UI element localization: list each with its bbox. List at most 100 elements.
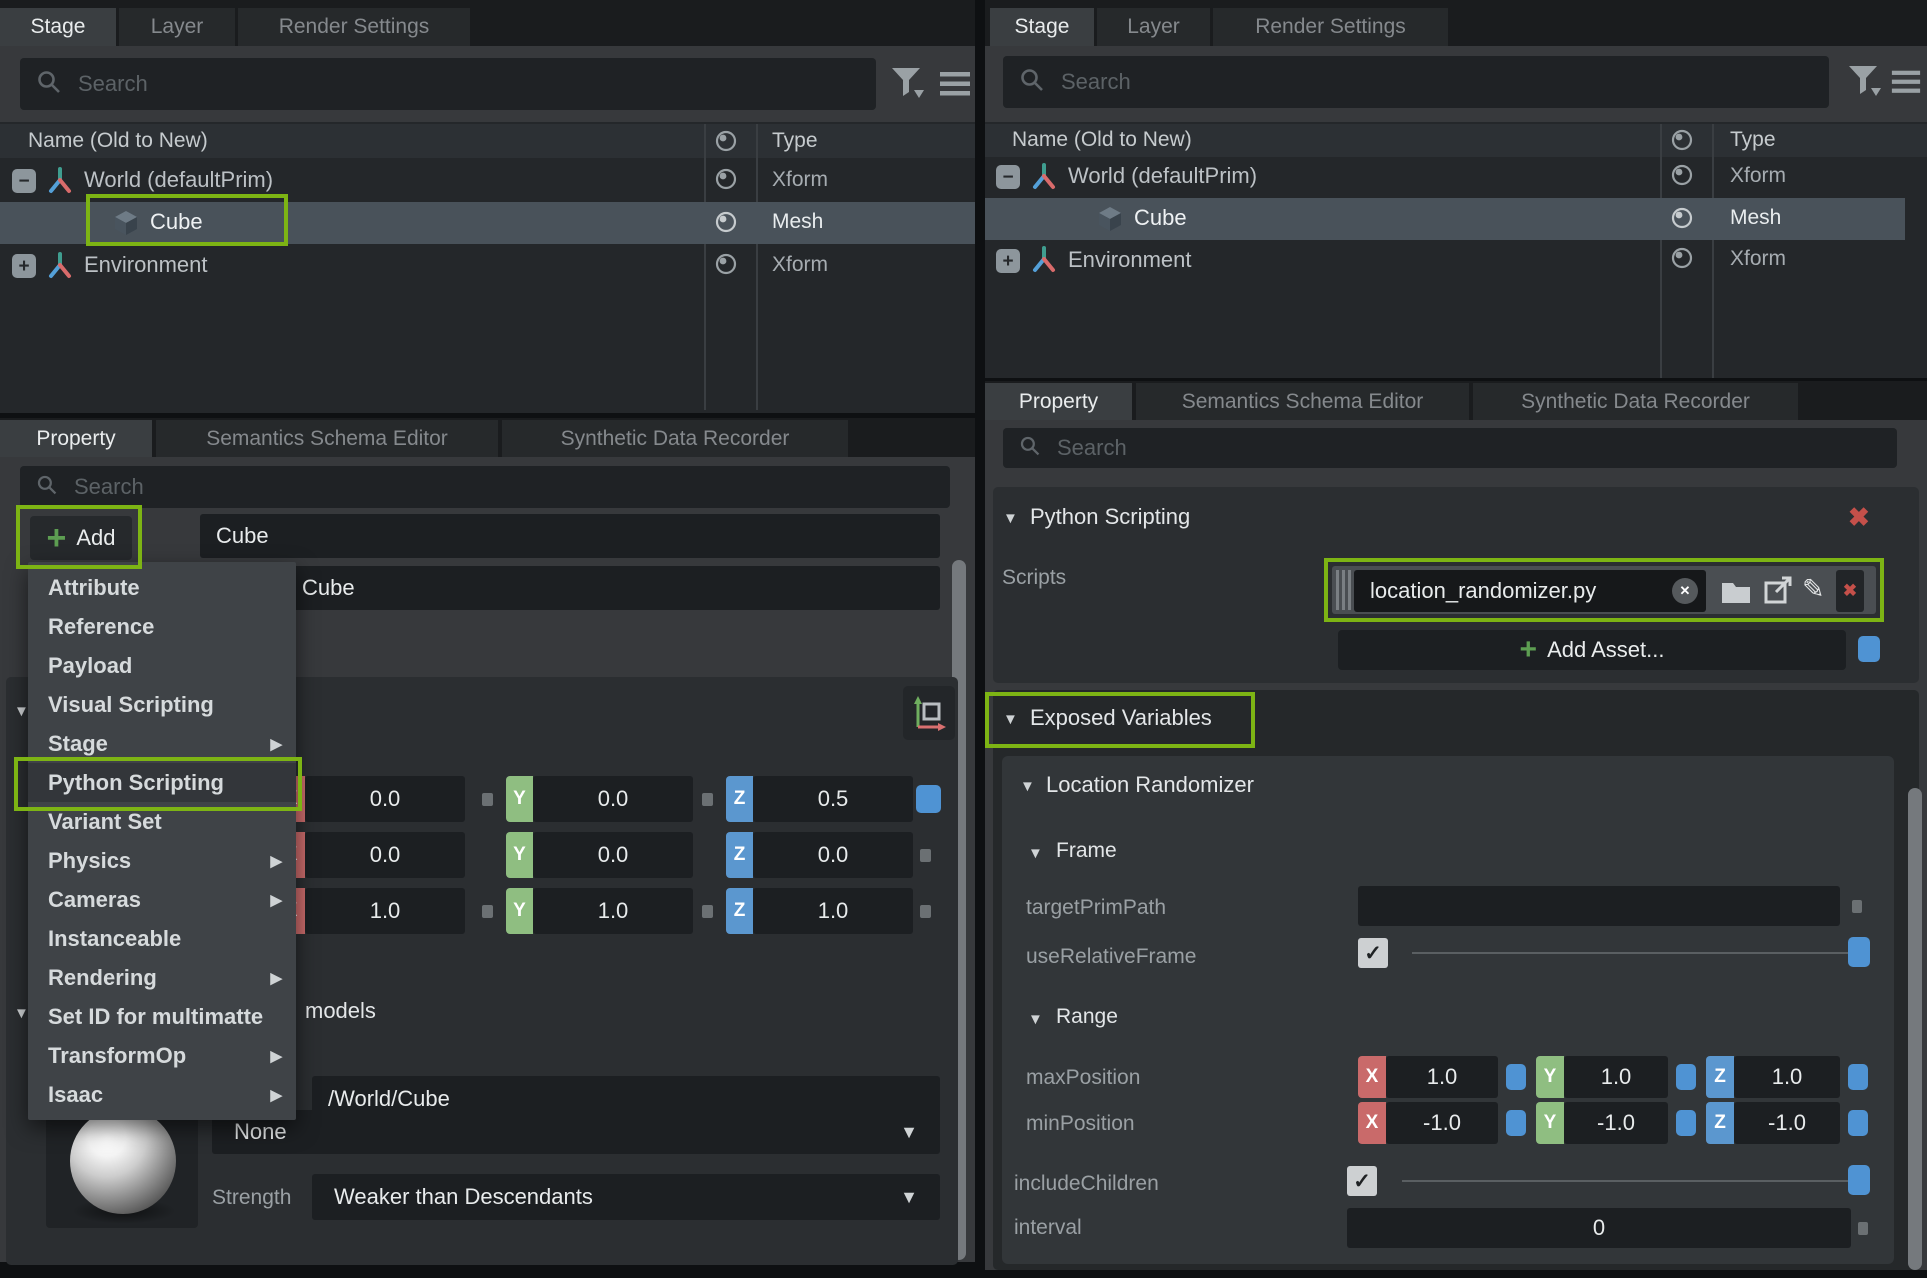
expand-plus-icon[interactable]: +	[12, 254, 36, 278]
collapse-minus-icon[interactable]: −	[996, 165, 1020, 189]
rotate-y-field[interactable]: 0.0	[533, 832, 693, 878]
value-state-square[interactable]	[1858, 1222, 1868, 1235]
table-row-cube-selected[interactable]: Cube Mesh	[985, 198, 1905, 240]
strength-dropdown[interactable]: Weaker than Descendants ▼	[312, 1174, 940, 1220]
filter-icon[interactable]	[888, 62, 926, 107]
menu-item-set-id-for-multimatte[interactable]: Set ID for multimatte	[28, 997, 296, 1036]
value-state-square[interactable]	[702, 905, 713, 918]
menu-item-cameras[interactable]: Cameras ▶	[28, 880, 296, 919]
value-state-square[interactable]	[482, 793, 493, 806]
value-state-square[interactable]	[482, 905, 493, 918]
value-changed-indicator[interactable]	[1676, 1110, 1696, 1136]
left-tab-layer[interactable]: Layer	[119, 8, 235, 46]
search-input[interactable]	[72, 473, 934, 501]
value-state-square[interactable]	[920, 849, 931, 862]
expand-plus-icon[interactable]: +	[996, 249, 1020, 273]
menu-item-payload[interactable]: Payload	[28, 646, 296, 685]
right-tab-property[interactable]: Property	[985, 383, 1132, 420]
open-external-icon[interactable]	[1762, 574, 1794, 611]
z-axis-tab[interactable]: Z	[726, 888, 753, 934]
menu-item-transformop[interactable]: TransformOp ▶	[28, 1036, 296, 1075]
min-position-z-field[interactable]: -1.0	[1734, 1102, 1840, 1144]
eye-icon[interactable]	[1668, 163, 1696, 192]
prim-name-field[interactable]: Cube	[200, 514, 940, 558]
drag-handle[interactable]	[1336, 570, 1351, 610]
eye-icon[interactable]	[1668, 246, 1696, 275]
add-asset-button[interactable]: + Add Asset...	[1338, 630, 1846, 670]
transform-axes-icon[interactable]	[903, 686, 955, 740]
x-axis-tab[interactable]: X	[1358, 1102, 1386, 1144]
rotate-z-field[interactable]: 0.0	[753, 832, 913, 878]
right-stage-search[interactable]	[1003, 56, 1829, 108]
x-axis-tab[interactable]: X	[1358, 1056, 1386, 1098]
left-tab-render-settings[interactable]: Render Settings	[238, 8, 470, 46]
material-dropdown[interactable]: None ▼	[212, 1110, 940, 1154]
y-axis-tab[interactable]: Y	[506, 832, 533, 878]
table-row-environment[interactable]: + Environment Xform	[0, 245, 975, 286]
menu-item-reference[interactable]: Reference	[28, 607, 296, 646]
value-changed-indicator[interactable]	[916, 785, 941, 813]
left-tab-semantics-schema-editor[interactable]: Semantics Schema Editor	[156, 420, 498, 457]
menu-item-python-scripting[interactable]: Python Scripting	[28, 763, 296, 802]
section-collapse-icon[interactable]: ▼	[1003, 712, 1018, 727]
section-collapse-icon[interactable]: ▼	[1020, 779, 1035, 794]
include-children-checkbox[interactable]: ✓	[1347, 1166, 1377, 1196]
section-collapse-icon[interactable]: ▼	[1003, 511, 1018, 526]
left-tab-property[interactable]: Property	[0, 420, 152, 457]
menu-item-visual-scripting[interactable]: Visual Scripting	[28, 685, 296, 724]
menu-item-attribute[interactable]: Attribute	[28, 568, 296, 607]
scale-y-field[interactable]: 1.0	[533, 888, 693, 934]
left-tab-stage[interactable]: Stage	[0, 8, 116, 46]
max-position-y-field[interactable]: 1.0	[1564, 1056, 1668, 1098]
max-position-x-field[interactable]: 1.0	[1386, 1056, 1498, 1098]
scale-x-field[interactable]: 1.0	[305, 888, 465, 934]
section-collapse-icon[interactable]: ▼	[14, 704, 29, 719]
table-row-cube-selected[interactable]: Cube Mesh	[0, 202, 975, 244]
menu-item-variant-set[interactable]: Variant Set	[28, 802, 296, 841]
eye-icon[interactable]	[712, 167, 740, 196]
z-axis-tab[interactable]: Z	[726, 776, 753, 822]
menu-item-isaac[interactable]: Isaac ▶	[28, 1075, 296, 1114]
collapse-minus-icon[interactable]: −	[12, 169, 36, 193]
search-input[interactable]	[76, 70, 860, 98]
value-changed-indicator[interactable]	[1848, 1165, 1870, 1195]
right-property-search[interactable]	[1003, 428, 1897, 468]
options-menu-icon[interactable]	[1890, 68, 1922, 101]
menu-item-physics[interactable]: Physics ▶	[28, 841, 296, 880]
remove-script-button[interactable]: ✖	[1836, 570, 1864, 612]
value-state-square[interactable]	[1852, 900, 1862, 913]
use-relative-frame-checkbox[interactable]: ✓	[1358, 938, 1388, 968]
left-property-search[interactable]	[20, 466, 950, 508]
prim-name-field-2[interactable]: Cube	[240, 566, 940, 610]
eye-icon[interactable]	[712, 252, 740, 281]
target-prim-path-field[interactable]	[1358, 886, 1840, 926]
right-tab-synthetic-data-recorder[interactable]: Synthetic Data Recorder	[1473, 383, 1798, 420]
table-row-world[interactable]: − World (defaultPrim) Xform	[0, 160, 975, 201]
menu-item-stage[interactable]: Stage ▶	[28, 724, 296, 763]
left-stage-search[interactable]	[20, 58, 876, 110]
table-row-environment[interactable]: + Environment Xform	[985, 240, 1927, 281]
z-axis-tab[interactable]: Z	[1706, 1102, 1734, 1144]
value-changed-indicator[interactable]	[1506, 1064, 1526, 1090]
script-path-field[interactable]: location_randomizer.py	[1354, 570, 1706, 612]
remove-section-icon[interactable]: ✖	[1848, 502, 1870, 533]
menu-item-instanceable[interactable]: Instanceable	[28, 919, 296, 958]
menu-item-rendering[interactable]: Rendering ▶	[28, 958, 296, 997]
right-tab-semantics-schema-editor[interactable]: Semantics Schema Editor	[1136, 383, 1469, 420]
y-axis-tab[interactable]: Y	[1536, 1056, 1564, 1098]
min-position-x-field[interactable]: -1.0	[1386, 1102, 1498, 1144]
right-tab-layer[interactable]: Layer	[1097, 8, 1210, 46]
y-axis-tab[interactable]: Y	[506, 776, 533, 822]
right-property-scrollbar[interactable]	[1908, 788, 1922, 1270]
y-axis-tab[interactable]: Y	[1536, 1102, 1564, 1144]
y-axis-tab[interactable]: Y	[506, 888, 533, 934]
value-changed-indicator[interactable]	[1848, 1110, 1868, 1136]
value-state-square[interactable]	[702, 793, 713, 806]
z-axis-tab[interactable]: Z	[726, 832, 753, 878]
rotate-x-field[interactable]: 0.0	[305, 832, 465, 878]
value-changed-indicator[interactable]	[1848, 1064, 1868, 1090]
filter-icon[interactable]	[1845, 60, 1883, 105]
right-tab-render-settings[interactable]: Render Settings	[1213, 8, 1448, 46]
value-changed-indicator[interactable]	[1506, 1110, 1526, 1136]
search-input[interactable]	[1059, 68, 1813, 96]
